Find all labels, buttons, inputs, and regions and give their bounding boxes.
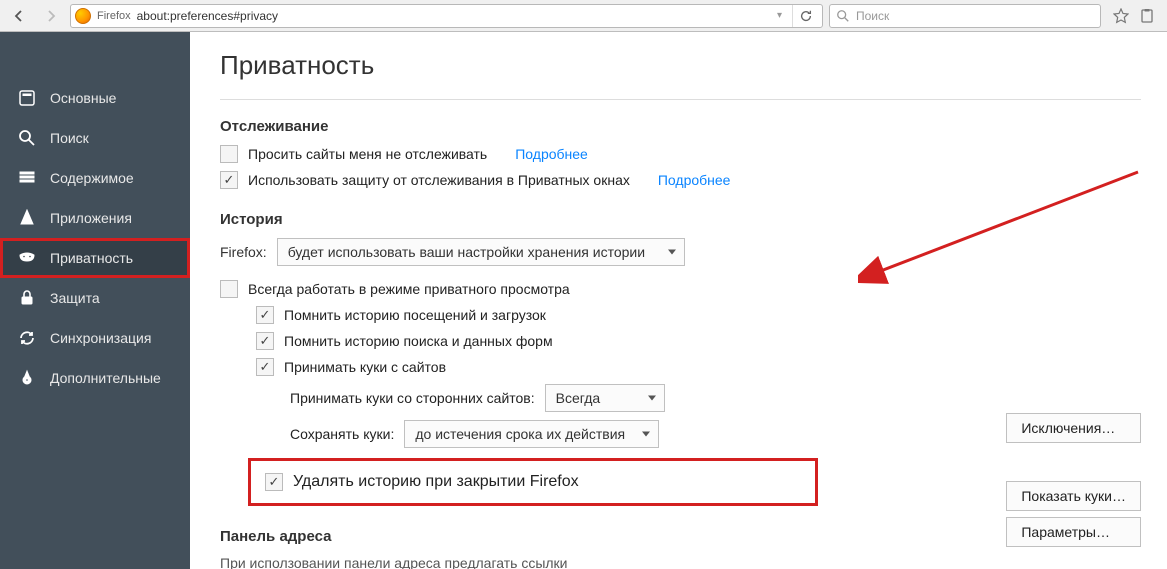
clipboard-icon[interactable] bbox=[1139, 8, 1155, 24]
third-party-value: Всегда bbox=[556, 390, 601, 406]
sidebar-label: Поиск bbox=[50, 130, 89, 146]
firefox-label: Firefox: bbox=[220, 244, 267, 260]
bookmark-star-icon[interactable] bbox=[1113, 8, 1129, 24]
history-mode-value: будет использовать ваши настройки хранен… bbox=[288, 244, 645, 260]
sidebar-label: Приложения bbox=[50, 210, 132, 226]
dnt-checkbox[interactable] bbox=[220, 145, 238, 163]
sync-icon bbox=[18, 329, 36, 347]
tracking-protection-checkbox[interactable] bbox=[220, 171, 238, 189]
exceptions-button[interactable]: Исключения… bbox=[1006, 413, 1141, 443]
url-text: about:preferences#privacy bbox=[137, 9, 278, 23]
show-cookies-button[interactable]: Показать куки… bbox=[1006, 481, 1141, 511]
accept-cookies-label: Принимать куки с сайтов bbox=[284, 359, 446, 375]
search-icon bbox=[18, 129, 36, 147]
sidebar-item-general[interactable]: Основные bbox=[0, 78, 190, 118]
always-private-checkbox[interactable] bbox=[220, 280, 238, 298]
sidebar-item-applications[interactable]: Приложения bbox=[0, 198, 190, 238]
sidebar-label: Содержимое bbox=[50, 170, 134, 186]
search-bar[interactable]: Поиск bbox=[829, 4, 1101, 28]
firefox-icon bbox=[75, 8, 91, 24]
sidebar-label: Синхронизация bbox=[50, 330, 151, 346]
site-identity: Firefox bbox=[97, 10, 131, 22]
back-button[interactable] bbox=[6, 4, 32, 28]
remember-search-checkbox[interactable] bbox=[256, 332, 274, 350]
third-party-select[interactable]: Всегда bbox=[545, 384, 665, 412]
forward-button[interactable] bbox=[38, 4, 64, 28]
tracking-protection-label: Использовать защиту от отслеживания в Пр… bbox=[248, 172, 630, 188]
sidebar-item-search[interactable]: Поиск bbox=[0, 118, 190, 158]
dnt-more-link[interactable]: Подробнее bbox=[515, 146, 588, 162]
dropdown-icon[interactable]: ▾ bbox=[773, 10, 786, 21]
keep-cookies-label: Сохранять куки: bbox=[290, 426, 394, 442]
history-heading: История bbox=[220, 211, 1141, 228]
history-mode-select[interactable]: будет использовать ваши настройки хранен… bbox=[277, 238, 685, 266]
advanced-icon bbox=[18, 369, 36, 387]
divider bbox=[220, 99, 1141, 100]
remember-visits-checkbox[interactable] bbox=[256, 306, 274, 324]
tracking-protection-more-link[interactable]: Подробнее bbox=[658, 172, 731, 188]
general-icon bbox=[18, 89, 36, 107]
toolbar-right bbox=[1107, 8, 1161, 24]
keep-cookies-value: до истечения срока их действия bbox=[415, 426, 625, 442]
sidebar-item-security[interactable]: Защита bbox=[0, 278, 190, 318]
search-icon bbox=[836, 9, 850, 23]
remember-search-label: Помнить историю поиска и данных форм bbox=[284, 333, 553, 349]
address-bar-cut-text: При исползовании панели адреса предлагат… bbox=[220, 555, 1141, 569]
clear-on-close-label: Удалять историю при закрытии Firefox bbox=[293, 473, 579, 491]
settings-button[interactable]: Параметры… bbox=[1006, 517, 1141, 547]
clear-on-close-checkbox[interactable] bbox=[265, 473, 283, 491]
tracking-heading: Отслеживание bbox=[220, 118, 1141, 135]
content-pane: Приватность Отслеживание Просить сайты м… bbox=[190, 32, 1167, 569]
browser-toolbar: Firefox about:preferences#privacy ▾ Поис… bbox=[0, 0, 1167, 32]
mask-icon bbox=[18, 249, 36, 267]
clear-on-close-highlight: Удалять историю при закрытии Firefox bbox=[248, 458, 818, 506]
applications-icon bbox=[18, 209, 36, 227]
keep-cookies-select[interactable]: до истечения срока их действия bbox=[404, 420, 659, 448]
page-title: Приватность bbox=[220, 50, 1141, 81]
remember-visits-label: Помнить историю посещений и загрузок bbox=[284, 307, 546, 323]
sidebar-label: Защита bbox=[50, 290, 100, 306]
sidebar-item-advanced[interactable]: Дополнительные bbox=[0, 358, 190, 398]
third-party-label: Принимать куки со сторонних сайтов: bbox=[290, 390, 535, 406]
search-placeholder: Поиск bbox=[856, 9, 889, 23]
accept-cookies-checkbox[interactable] bbox=[256, 358, 274, 376]
sidebar-item-sync[interactable]: Синхронизация bbox=[0, 318, 190, 358]
sidebar-item-content[interactable]: Содержимое bbox=[0, 158, 190, 198]
reload-button[interactable] bbox=[792, 5, 818, 27]
sidebar-label: Основные bbox=[50, 90, 116, 106]
always-private-label: Всегда работать в режиме приватного прос… bbox=[248, 281, 570, 297]
sidebar-label: Дополнительные bbox=[50, 370, 161, 386]
lock-icon bbox=[18, 289, 36, 307]
right-buttons: Исключения… Показать куки… Параметры… bbox=[1006, 413, 1141, 547]
url-bar[interactable]: Firefox about:preferences#privacy ▾ bbox=[70, 4, 823, 28]
sidebar-item-privacy[interactable]: Приватность bbox=[0, 238, 190, 278]
sidebar-label: Приватность bbox=[50, 250, 133, 266]
content-icon bbox=[18, 169, 36, 187]
dnt-label: Просить сайты меня не отслеживать bbox=[248, 146, 487, 162]
preferences-sidebar: Основные Поиск Содержимое Приложения При… bbox=[0, 32, 190, 569]
address-bar-heading: Панель адреса bbox=[220, 528, 1141, 545]
